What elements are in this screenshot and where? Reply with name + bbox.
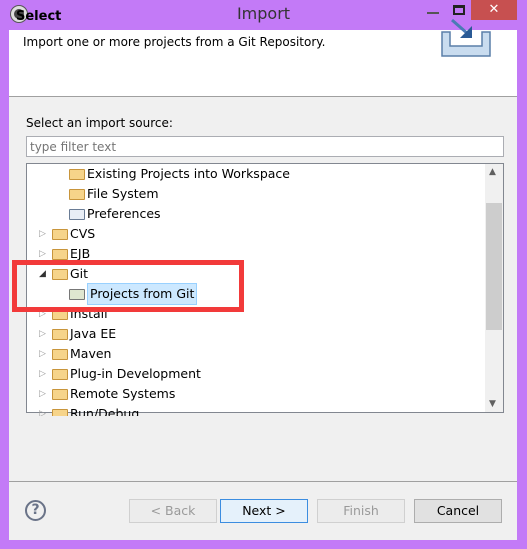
folder-icon [52, 249, 68, 260]
minimize-button[interactable] [427, 12, 439, 14]
folder-icon [52, 389, 68, 400]
tree-item[interactable]: ▷ Maven [27, 344, 484, 364]
finish-button[interactable]: Finish [317, 499, 405, 523]
folder-icon [52, 349, 68, 360]
separator [9, 481, 517, 482]
tree-item[interactable]: Preferences [27, 204, 484, 224]
collapsed-arrow-icon[interactable]: ▷ [39, 344, 46, 364]
folder-icon [52, 369, 68, 380]
tree-item[interactable]: ▷ Plug-in Development [27, 364, 484, 384]
project-folder-icon [69, 169, 85, 180]
folder-icon [52, 329, 68, 340]
tree-item-label: Run/Debug [70, 406, 140, 416]
close-button[interactable]: ✕ [471, 0, 517, 20]
back-button[interactable]: < Back [129, 499, 217, 523]
page-description: Import one or more projects from a Git R… [23, 35, 326, 49]
tree-item-label: Java EE [70, 326, 117, 341]
highlight-annotation [12, 260, 244, 312]
filter-input[interactable] [26, 136, 504, 157]
collapsed-arrow-icon[interactable]: ▷ [39, 324, 46, 344]
folder-icon [52, 409, 68, 416]
tree-item-label: Plug-in Development [70, 366, 201, 381]
collapsed-arrow-icon[interactable]: ▷ [39, 224, 46, 244]
tree-item[interactable]: ▷ Remote Systems [27, 384, 484, 404]
tree-item[interactable]: ▷ Java EE [27, 324, 484, 344]
scrollbar-thumb[interactable] [486, 203, 502, 330]
scroll-down-arrow[interactable]: ▼ [489, 399, 496, 409]
tree-item-label: File System [87, 186, 159, 201]
cancel-button[interactable]: Cancel [414, 499, 502, 523]
tree-item-label: Maven [70, 346, 112, 361]
next-button[interactable]: Next > [220, 499, 308, 523]
collapsed-arrow-icon[interactable]: ▷ [39, 404, 46, 416]
tree-item-label: Existing Projects into Workspace [87, 166, 290, 181]
page-title: Select [16, 9, 62, 24]
preferences-icon [69, 209, 85, 220]
collapsed-arrow-icon[interactable]: ▷ [39, 364, 46, 384]
maximize-button[interactable] [453, 5, 465, 15]
tree-item-label: Remote Systems [70, 386, 176, 401]
scroll-up-arrow[interactable]: ▲ [489, 167, 496, 177]
tree-item-label: Preferences [87, 206, 161, 221]
tree-item[interactable]: ▷ Run/Debug [27, 404, 484, 416]
collapsed-arrow-icon[interactable]: ▷ [39, 384, 46, 404]
import-banner-icon [441, 18, 491, 57]
tree-item[interactable]: File System [27, 184, 484, 204]
help-icon[interactable]: ? [25, 500, 46, 521]
import-source-label: Select an import source: [26, 116, 173, 130]
folder-icon [69, 189, 85, 200]
tree-item[interactable]: ▷ CVS [27, 224, 484, 244]
folder-icon [52, 229, 68, 240]
tree-item[interactable]: Existing Projects into Workspace [27, 164, 484, 184]
tree-item-label: CVS [70, 226, 96, 241]
